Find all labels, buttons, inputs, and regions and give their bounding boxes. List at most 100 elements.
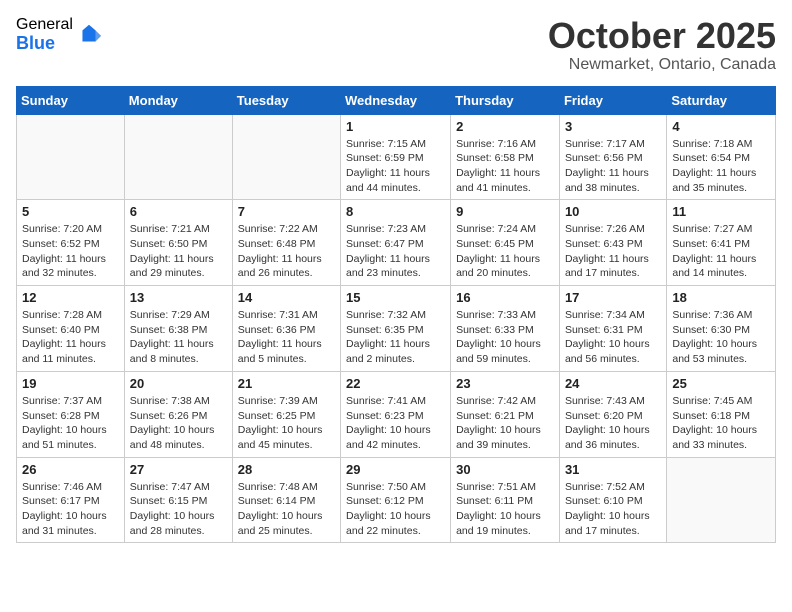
logo-blue: Blue (16, 34, 73, 54)
weekday-header-thursday: Thursday (451, 86, 560, 114)
day-number: 1 (346, 119, 445, 134)
day-info: Sunrise: 7:22 AM Sunset: 6:48 PM Dayligh… (238, 222, 335, 281)
weekday-header-tuesday: Tuesday (232, 86, 340, 114)
calendar-cell: 26 Sunrise: 7:46 AM Sunset: 6:17 PM Dayli… (17, 457, 125, 543)
calendar-cell: 28 Sunrise: 7:48 AM Sunset: 6:14 PM Dayli… (232, 457, 340, 543)
calendar-cell: 25 Sunrise: 7:45 AM Sunset: 6:18 PM Dayli… (667, 371, 776, 457)
day-info: Sunrise: 7:41 AM Sunset: 6:23 PM Dayligh… (346, 394, 445, 453)
day-number: 14 (238, 290, 335, 305)
calendar-cell: 24 Sunrise: 7:43 AM Sunset: 6:20 PM Dayli… (559, 371, 666, 457)
weekday-header-sunday: Sunday (17, 86, 125, 114)
day-number: 28 (238, 462, 335, 477)
calendar-cell: 13 Sunrise: 7:29 AM Sunset: 6:38 PM Dayli… (124, 286, 232, 372)
calendar-week-row: 19 Sunrise: 7:37 AM Sunset: 6:28 PM Dayli… (17, 371, 776, 457)
day-number: 26 (22, 462, 119, 477)
calendar-cell (17, 114, 125, 200)
calendar-cell: 15 Sunrise: 7:32 AM Sunset: 6:35 PM Dayli… (341, 286, 451, 372)
calendar-week-row: 5 Sunrise: 7:20 AM Sunset: 6:52 PM Daylig… (17, 200, 776, 286)
day-info: Sunrise: 7:51 AM Sunset: 6:11 PM Dayligh… (456, 480, 554, 539)
day-info: Sunrise: 7:36 AM Sunset: 6:30 PM Dayligh… (672, 308, 770, 367)
day-info: Sunrise: 7:15 AM Sunset: 6:59 PM Dayligh… (346, 137, 445, 196)
calendar-cell (124, 114, 232, 200)
weekday-header-saturday: Saturday (667, 86, 776, 114)
day-info: Sunrise: 7:32 AM Sunset: 6:35 PM Dayligh… (346, 308, 445, 367)
day-info: Sunrise: 7:48 AM Sunset: 6:14 PM Dayligh… (238, 480, 335, 539)
day-number: 17 (565, 290, 661, 305)
day-number: 12 (22, 290, 119, 305)
day-info: Sunrise: 7:50 AM Sunset: 6:12 PM Dayligh… (346, 480, 445, 539)
day-info: Sunrise: 7:31 AM Sunset: 6:36 PM Dayligh… (238, 308, 335, 367)
calendar-cell (667, 457, 776, 543)
day-info: Sunrise: 7:37 AM Sunset: 6:28 PM Dayligh… (22, 394, 119, 453)
day-number: 16 (456, 290, 554, 305)
day-info: Sunrise: 7:45 AM Sunset: 6:18 PM Dayligh… (672, 394, 770, 453)
day-info: Sunrise: 7:38 AM Sunset: 6:26 PM Dayligh… (130, 394, 227, 453)
logo-general: General (16, 16, 73, 34)
calendar-cell: 7 Sunrise: 7:22 AM Sunset: 6:48 PM Daylig… (232, 200, 340, 286)
day-number: 11 (672, 204, 770, 219)
calendar-cell: 20Sunrise: 7:38 AM Sunset: 6:26 PM Dayli… (124, 371, 232, 457)
logo: General Blue (16, 16, 103, 53)
calendar-cell: 2Sunrise: 7:16 AM Sunset: 6:58 PM Daylig… (451, 114, 560, 200)
day-info: Sunrise: 7:42 AM Sunset: 6:21 PM Dayligh… (456, 394, 554, 453)
day-number: 25 (672, 376, 770, 391)
day-number: 30 (456, 462, 554, 477)
day-number: 3 (565, 119, 661, 134)
logo-icon (75, 21, 103, 49)
calendar-cell: 11 Sunrise: 7:27 AM Sunset: 6:41 PM Dayli… (667, 200, 776, 286)
day-info: Sunrise: 7:16 AM Sunset: 6:58 PM Dayligh… (456, 137, 554, 196)
weekday-header-friday: Friday (559, 86, 666, 114)
day-info: Sunrise: 7:18 AM Sunset: 6:54 PM Dayligh… (672, 137, 770, 196)
calendar-week-row: 26 Sunrise: 7:46 AM Sunset: 6:17 PM Dayli… (17, 457, 776, 543)
day-info: Sunrise: 7:34 AM Sunset: 6:31 PM Dayligh… (565, 308, 661, 367)
calendar-cell: 12 Sunrise: 7:28 AM Sunset: 6:40 PM Dayli… (17, 286, 125, 372)
day-number: 27 (130, 462, 227, 477)
weekday-header-row: SundayMondayTuesdayWednesdayThursdayFrid… (17, 86, 776, 114)
day-number: 23 (456, 376, 554, 391)
day-number: 29 (346, 462, 445, 477)
day-info: Sunrise: 7:28 AM Sunset: 6:40 PM Dayligh… (22, 308, 119, 367)
weekday-header-monday: Monday (124, 86, 232, 114)
day-number: 4 (672, 119, 770, 134)
day-info: Sunrise: 7:26 AM Sunset: 6:43 PM Dayligh… (565, 222, 661, 281)
page-header: General Blue October 2025 Newmarket, Ont… (16, 16, 776, 74)
calendar-cell: 16 Sunrise: 7:33 AM Sunset: 6:33 PM Dayli… (451, 286, 560, 372)
day-number: 7 (238, 204, 335, 219)
day-number: 22 (346, 376, 445, 391)
day-info: Sunrise: 7:33 AM Sunset: 6:33 PM Dayligh… (456, 308, 554, 367)
day-info: Sunrise: 7:27 AM Sunset: 6:41 PM Dayligh… (672, 222, 770, 281)
calendar-cell: 31 Sunrise: 7:52 AM Sunset: 6:10 PM Dayli… (559, 457, 666, 543)
day-number: 31 (565, 462, 661, 477)
day-info: Sunrise: 7:46 AM Sunset: 6:17 PM Dayligh… (22, 480, 119, 539)
day-info: Sunrise: 7:47 AM Sunset: 6:15 PM Dayligh… (130, 480, 227, 539)
day-info: Sunrise: 7:29 AM Sunset: 6:38 PM Dayligh… (130, 308, 227, 367)
day-number: 6 (130, 204, 227, 219)
calendar-cell: 30 Sunrise: 7:51 AM Sunset: 6:11 PM Dayli… (451, 457, 560, 543)
calendar-cell: 21Sunrise: 7:39 AM Sunset: 6:25 PM Dayli… (232, 371, 340, 457)
day-number: 13 (130, 290, 227, 305)
calendar-week-row: 12 Sunrise: 7:28 AM Sunset: 6:40 PM Dayli… (17, 286, 776, 372)
calendar-cell: 14 Sunrise: 7:31 AM Sunset: 6:36 PM Dayli… (232, 286, 340, 372)
day-number: 19 (22, 376, 119, 391)
calendar-week-row: 1 Sunrise: 7:15 AM Sunset: 6:59 PM Daylig… (17, 114, 776, 200)
day-number: 24 (565, 376, 661, 391)
calendar-cell: 4 Sunrise: 7:18 AM Sunset: 6:54 PM Daylig… (667, 114, 776, 200)
weekday-header-wednesday: Wednesday (341, 86, 451, 114)
day-info: Sunrise: 7:20 AM Sunset: 6:52 PM Dayligh… (22, 222, 119, 281)
day-number: 8 (346, 204, 445, 219)
day-number: 5 (22, 204, 119, 219)
calendar-cell: 5 Sunrise: 7:20 AM Sunset: 6:52 PM Daylig… (17, 200, 125, 286)
calendar-cell: 8 Sunrise: 7:23 AM Sunset: 6:47 PM Daylig… (341, 200, 451, 286)
day-info: Sunrise: 7:21 AM Sunset: 6:50 PM Dayligh… (130, 222, 227, 281)
day-info: Sunrise: 7:52 AM Sunset: 6:10 PM Dayligh… (565, 480, 661, 539)
calendar-cell: 3Sunrise: 7:17 AM Sunset: 6:56 PM Daylig… (559, 114, 666, 200)
day-number: 21 (238, 376, 335, 391)
day-number: 15 (346, 290, 445, 305)
day-info: Sunrise: 7:23 AM Sunset: 6:47 PM Dayligh… (346, 222, 445, 281)
calendar-cell: 18Sunrise: 7:36 AM Sunset: 6:30 PM Dayli… (667, 286, 776, 372)
calendar-cell: 9Sunrise: 7:24 AM Sunset: 6:45 PM Daylig… (451, 200, 560, 286)
location: Newmarket, Ontario, Canada (548, 56, 776, 74)
calendar-cell: 27 Sunrise: 7:47 AM Sunset: 6:15 PM Dayli… (124, 457, 232, 543)
calendar-cell (232, 114, 340, 200)
day-info: Sunrise: 7:43 AM Sunset: 6:20 PM Dayligh… (565, 394, 661, 453)
